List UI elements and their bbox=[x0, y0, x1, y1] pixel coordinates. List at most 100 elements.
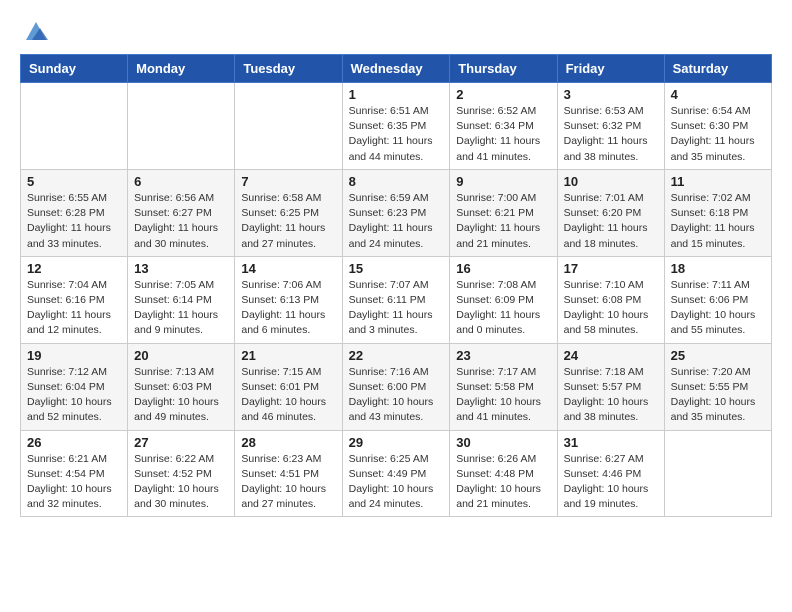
day-info: Sunrise: 7:18 AMSunset: 5:57 PMDaylight:… bbox=[564, 365, 658, 426]
day-number: 15 bbox=[349, 261, 444, 276]
header bbox=[20, 16, 772, 44]
day-info: Sunrise: 6:22 AMSunset: 4:52 PMDaylight:… bbox=[134, 452, 228, 513]
day-number: 18 bbox=[671, 261, 765, 276]
calendar-cell: 23Sunrise: 7:17 AMSunset: 5:58 PMDayligh… bbox=[450, 343, 557, 430]
day-info: Sunrise: 7:20 AMSunset: 5:55 PMDaylight:… bbox=[671, 365, 765, 426]
day-number: 2 bbox=[456, 87, 550, 102]
day-info: Sunrise: 7:11 AMSunset: 6:06 PMDaylight:… bbox=[671, 278, 765, 339]
day-info: Sunrise: 7:15 AMSunset: 6:01 PMDaylight:… bbox=[241, 365, 335, 426]
day-info: Sunrise: 7:13 AMSunset: 6:03 PMDaylight:… bbox=[134, 365, 228, 426]
day-number: 5 bbox=[27, 174, 121, 189]
day-info: Sunrise: 6:54 AMSunset: 6:30 PMDaylight:… bbox=[671, 104, 765, 165]
calendar-cell: 15 Sunrise: 7:07 AMSunset: 6:11 PMDayligh… bbox=[342, 256, 450, 343]
day-number: 26 bbox=[27, 435, 121, 450]
day-info: Sunrise: 7:00 AMSunset: 6:21 PMDaylight:… bbox=[456, 191, 550, 252]
calendar-cell bbox=[128, 83, 235, 170]
calendar-cell: 7 Sunrise: 6:58 AMSunset: 6:25 PMDaylight… bbox=[235, 169, 342, 256]
weekday-header-saturday: Saturday bbox=[664, 55, 771, 83]
week-row-3: 12 Sunrise: 7:04 AMSunset: 6:16 PMDayligh… bbox=[21, 256, 772, 343]
page: SundayMondayTuesdayWednesdayThursdayFrid… bbox=[0, 0, 792, 533]
calendar-cell: 27 Sunrise: 6:22 AMSunset: 4:52 PMDayligh… bbox=[128, 430, 235, 517]
calendar-cell: 14Sunrise: 7:06 AMSunset: 6:13 PMDayligh… bbox=[235, 256, 342, 343]
calendar-cell: 1 Sunrise: 6:51 AMSunset: 6:35 PMDaylight… bbox=[342, 83, 450, 170]
calendar-cell: 11Sunrise: 7:02 AMSunset: 6:18 PMDayligh… bbox=[664, 169, 771, 256]
day-info: Sunrise: 7:08 AMSunset: 6:09 PMDaylight:… bbox=[456, 278, 550, 339]
calendar-cell bbox=[21, 83, 128, 170]
day-info: Sunrise: 7:04 AMSunset: 6:16 PMDaylight:… bbox=[27, 278, 121, 339]
weekday-header-tuesday: Tuesday bbox=[235, 55, 342, 83]
day-info: Sunrise: 6:52 AMSunset: 6:34 PMDaylight:… bbox=[456, 104, 550, 165]
day-info: Sunrise: 6:53 AMSunset: 6:32 PMDaylight:… bbox=[564, 104, 658, 165]
day-info: Sunrise: 7:10 AMSunset: 6:08 PMDaylight:… bbox=[564, 278, 658, 339]
day-info: Sunrise: 6:23 AMSunset: 4:51 PMDaylight:… bbox=[241, 452, 335, 513]
calendar-cell: 5 Sunrise: 6:55 AMSunset: 6:28 PMDaylight… bbox=[21, 169, 128, 256]
calendar-cell: 8 Sunrise: 6:59 AMSunset: 6:23 PMDaylight… bbox=[342, 169, 450, 256]
calendar-cell: 29 Sunrise: 6:25 AMSunset: 4:49 PMDayligh… bbox=[342, 430, 450, 517]
calendar-cell: 3 Sunrise: 6:53 AMSunset: 6:32 PMDaylight… bbox=[557, 83, 664, 170]
calendar-cell: 9Sunrise: 7:00 AMSunset: 6:21 PMDaylight… bbox=[450, 169, 557, 256]
calendar-cell bbox=[664, 430, 771, 517]
logo bbox=[20, 20, 50, 44]
day-number: 13 bbox=[134, 261, 228, 276]
week-row-2: 5 Sunrise: 6:55 AMSunset: 6:28 PMDaylight… bbox=[21, 169, 772, 256]
day-number: 22 bbox=[349, 348, 444, 363]
calendar-cell: 19Sunrise: 7:12 AMSunset: 6:04 PMDayligh… bbox=[21, 343, 128, 430]
weekday-header-wednesday: Wednesday bbox=[342, 55, 450, 83]
day-number: 16 bbox=[456, 261, 550, 276]
weekday-header-row: SundayMondayTuesdayWednesdayThursdayFrid… bbox=[21, 55, 772, 83]
day-number: 31 bbox=[564, 435, 658, 450]
day-info: Sunrise: 6:55 AMSunset: 6:28 PMDaylight:… bbox=[27, 191, 121, 252]
day-number: 10 bbox=[564, 174, 658, 189]
calendar-cell: 16 Sunrise: 7:08 AMSunset: 6:09 PMDayligh… bbox=[450, 256, 557, 343]
calendar-cell: 18 Sunrise: 7:11 AMSunset: 6:06 PMDayligh… bbox=[664, 256, 771, 343]
calendar-cell: 4 Sunrise: 6:54 AMSunset: 6:30 PMDaylight… bbox=[664, 83, 771, 170]
calendar: SundayMondayTuesdayWednesdayThursdayFrid… bbox=[20, 54, 772, 517]
logo-icon bbox=[22, 16, 50, 44]
day-info: Sunrise: 6:25 AMSunset: 4:49 PMDaylight:… bbox=[349, 452, 444, 513]
calendar-cell: 22 Sunrise: 7:16 AMSunset: 6:00 PMDayligh… bbox=[342, 343, 450, 430]
calendar-cell: 26Sunrise: 6:21 AMSunset: 4:54 PMDayligh… bbox=[21, 430, 128, 517]
calendar-cell: 6Sunrise: 6:56 AMSunset: 6:27 PMDaylight… bbox=[128, 169, 235, 256]
calendar-cell: 10Sunrise: 7:01 AMSunset: 6:20 PMDayligh… bbox=[557, 169, 664, 256]
calendar-cell: 28 Sunrise: 6:23 AMSunset: 4:51 PMDayligh… bbox=[235, 430, 342, 517]
day-number: 30 bbox=[456, 435, 550, 450]
day-number: 1 bbox=[349, 87, 444, 102]
calendar-cell: 25 Sunrise: 7:20 AMSunset: 5:55 PMDayligh… bbox=[664, 343, 771, 430]
calendar-cell: 17 Sunrise: 7:10 AMSunset: 6:08 PMDayligh… bbox=[557, 256, 664, 343]
day-info: Sunrise: 7:07 AMSunset: 6:11 PMDaylight:… bbox=[349, 278, 444, 339]
day-number: 4 bbox=[671, 87, 765, 102]
day-number: 11 bbox=[671, 174, 765, 189]
day-info: Sunrise: 7:05 AMSunset: 6:14 PMDaylight:… bbox=[134, 278, 228, 339]
day-info: Sunrise: 7:16 AMSunset: 6:00 PMDaylight:… bbox=[349, 365, 444, 426]
day-info: Sunrise: 6:56 AMSunset: 6:27 PMDaylight:… bbox=[134, 191, 228, 252]
calendar-cell: 21 Sunrise: 7:15 AMSunset: 6:01 PMDayligh… bbox=[235, 343, 342, 430]
calendar-cell: 20Sunrise: 7:13 AMSunset: 6:03 PMDayligh… bbox=[128, 343, 235, 430]
day-number: 19 bbox=[27, 348, 121, 363]
day-number: 8 bbox=[349, 174, 444, 189]
day-number: 28 bbox=[241, 435, 335, 450]
calendar-cell: 30 Sunrise: 6:26 AMSunset: 4:48 PMDayligh… bbox=[450, 430, 557, 517]
day-number: 17 bbox=[564, 261, 658, 276]
calendar-cell: 12 Sunrise: 7:04 AMSunset: 6:16 PMDayligh… bbox=[21, 256, 128, 343]
day-info: Sunrise: 6:59 AMSunset: 6:23 PMDaylight:… bbox=[349, 191, 444, 252]
week-row-5: 26Sunrise: 6:21 AMSunset: 4:54 PMDayligh… bbox=[21, 430, 772, 517]
weekday-header-sunday: Sunday bbox=[21, 55, 128, 83]
calendar-cell: 31Sunrise: 6:27 AMSunset: 4:46 PMDayligh… bbox=[557, 430, 664, 517]
weekday-header-thursday: Thursday bbox=[450, 55, 557, 83]
day-number: 7 bbox=[241, 174, 335, 189]
day-info: Sunrise: 6:51 AMSunset: 6:35 PMDaylight:… bbox=[349, 104, 444, 165]
day-number: 21 bbox=[241, 348, 335, 363]
day-number: 29 bbox=[349, 435, 444, 450]
day-number: 12 bbox=[27, 261, 121, 276]
week-row-4: 19Sunrise: 7:12 AMSunset: 6:04 PMDayligh… bbox=[21, 343, 772, 430]
day-number: 3 bbox=[564, 87, 658, 102]
day-info: Sunrise: 6:58 AMSunset: 6:25 PMDaylight:… bbox=[241, 191, 335, 252]
week-row-1: 1 Sunrise: 6:51 AMSunset: 6:35 PMDaylight… bbox=[21, 83, 772, 170]
calendar-cell: 2 Sunrise: 6:52 AMSunset: 6:34 PMDaylight… bbox=[450, 83, 557, 170]
day-info: Sunrise: 7:17 AMSunset: 5:58 PMDaylight:… bbox=[456, 365, 550, 426]
day-number: 27 bbox=[134, 435, 228, 450]
day-number: 25 bbox=[671, 348, 765, 363]
weekday-header-friday: Friday bbox=[557, 55, 664, 83]
calendar-cell: 24Sunrise: 7:18 AMSunset: 5:57 PMDayligh… bbox=[557, 343, 664, 430]
day-info: Sunrise: 6:26 AMSunset: 4:48 PMDaylight:… bbox=[456, 452, 550, 513]
